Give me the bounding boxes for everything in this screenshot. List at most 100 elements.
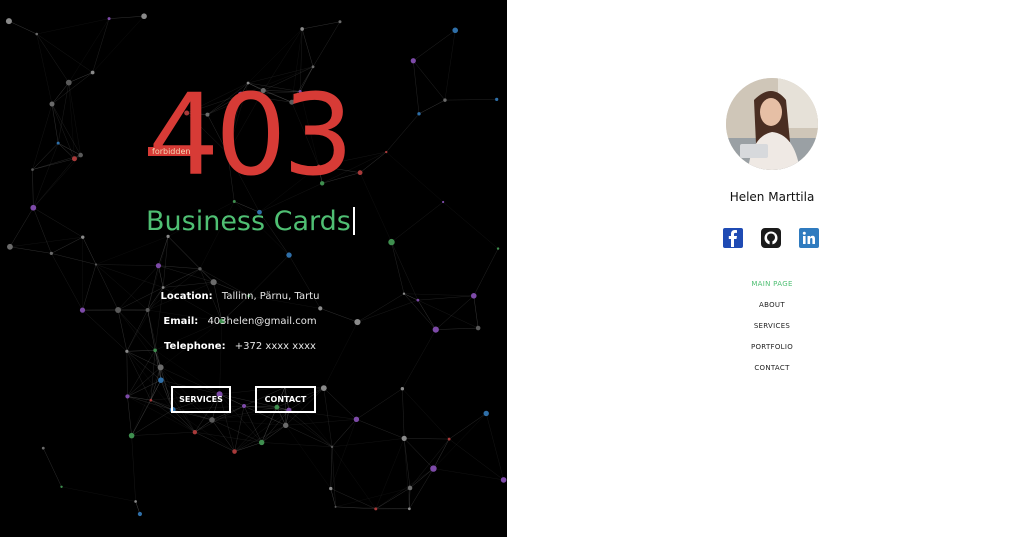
- network-line: [68, 18, 110, 83]
- email-line: Email: 403helen@gmail.com: [0, 309, 480, 334]
- network-line: [375, 438, 405, 509]
- network-line: [211, 419, 235, 452]
- network-line: [302, 21, 341, 30]
- network-line: [444, 99, 497, 101]
- nav-item-portfolio[interactable]: PORTFOLIO: [507, 337, 1024, 358]
- network-node: [141, 13, 147, 20]
- facebook-link[interactable]: [723, 228, 743, 248]
- location-value: Tallinn, Pärnu, Tartu: [221, 291, 320, 302]
- network-node: [107, 17, 111, 21]
- network-node: [41, 446, 45, 450]
- network-node: [329, 486, 333, 491]
- nav-item-services[interactable]: SERVICES: [507, 316, 1024, 337]
- network-line: [127, 396, 132, 436]
- network-line: [375, 487, 411, 510]
- network-node: [401, 435, 407, 441]
- network-line: [404, 438, 450, 440]
- network-line: [36, 18, 110, 35]
- network-node: [357, 170, 363, 176]
- logo: 403 forbidden: [148, 76, 358, 196]
- profile-name: Helen Marttila: [729, 190, 815, 204]
- network-node: [137, 511, 143, 517]
- network-line: [285, 419, 357, 426]
- github-icon: [764, 231, 778, 245]
- network-line: [403, 438, 434, 469]
- network-line: [359, 172, 392, 243]
- network-line: [127, 367, 161, 397]
- telephone-value: +372 xxxx xxxx: [234, 341, 316, 352]
- network-node: [300, 27, 304, 31]
- network-line: [413, 60, 420, 114]
- network-line: [234, 410, 290, 452]
- network-line: [68, 72, 93, 83]
- nav-item-about[interactable]: ABOUT: [507, 295, 1024, 316]
- page-title-text: Business Cards: [146, 206, 351, 237]
- page-title: Business Cards: [146, 206, 355, 237]
- network-line: [402, 388, 450, 440]
- network-line: [433, 468, 504, 481]
- network-node: [134, 500, 137, 503]
- sidebar: Helen Marttila MAIN PAGE ABOUT SERVICES …: [507, 0, 1024, 537]
- network-node: [407, 507, 411, 511]
- network-node: [430, 465, 437, 472]
- network-line: [33, 158, 75, 208]
- network-node: [417, 112, 421, 116]
- network-line: [375, 468, 434, 510]
- social-links: [723, 228, 819, 248]
- network-line: [442, 201, 499, 249]
- network-line: [330, 488, 376, 510]
- network-line: [36, 33, 53, 105]
- linkedin-icon: [802, 231, 815, 244]
- network-node: [31, 168, 34, 171]
- network-node: [407, 485, 413, 491]
- network-node: [65, 79, 72, 86]
- network-line: [330, 446, 333, 489]
- network-node: [483, 410, 489, 417]
- logo-number: 403: [148, 71, 354, 201]
- network-node: [155, 263, 162, 269]
- network-node: [452, 27, 459, 34]
- network-line: [402, 388, 405, 439]
- network-line: [234, 406, 278, 452]
- network-line: [33, 154, 81, 208]
- network-node: [198, 267, 202, 271]
- network-line: [95, 236, 169, 265]
- logo-tag: forbidden: [148, 147, 193, 156]
- linkedin-link[interactable]: [799, 228, 819, 248]
- nav-item-contact[interactable]: CONTACT: [507, 358, 1024, 379]
- contact-info: Location: Tallinn, Pärnu, Tartu Email: 4…: [0, 284, 480, 359]
- network-node: [311, 65, 315, 69]
- network-node: [232, 449, 237, 454]
- github-link[interactable]: [761, 228, 781, 248]
- services-button[interactable]: SERVICES: [171, 386, 231, 413]
- network-node: [442, 200, 445, 204]
- network-node: [320, 385, 327, 391]
- network-line: [391, 201, 444, 243]
- network-line: [301, 28, 314, 67]
- network-node: [334, 505, 337, 508]
- contact-button[interactable]: CONTACT: [255, 386, 316, 413]
- network-node: [209, 417, 215, 423]
- network-line: [433, 413, 487, 469]
- network-node: [128, 432, 135, 439]
- network-line: [332, 438, 405, 448]
- network-node: [400, 386, 405, 391]
- network-line: [433, 438, 450, 469]
- network-line: [33, 207, 83, 238]
- network-node: [5, 18, 12, 25]
- network-line: [323, 387, 357, 420]
- network-line: [36, 33, 69, 83]
- page: 403 forbidden Business Cards Location: T…: [0, 0, 1024, 537]
- network-line: [61, 486, 136, 502]
- network-line: [32, 169, 34, 208]
- location-line: Location: Tallinn, Pärnu, Tartu: [0, 284, 480, 309]
- network-line: [9, 246, 52, 254]
- network-line: [285, 425, 331, 489]
- network-line: [409, 468, 434, 509]
- nav-item-main-page[interactable]: MAIN PAGE: [507, 274, 1024, 295]
- text-cursor: [352, 207, 355, 235]
- network-node: [78, 152, 83, 158]
- facebook-icon: [728, 230, 737, 247]
- network-line: [386, 151, 444, 203]
- network-line: [43, 447, 62, 487]
